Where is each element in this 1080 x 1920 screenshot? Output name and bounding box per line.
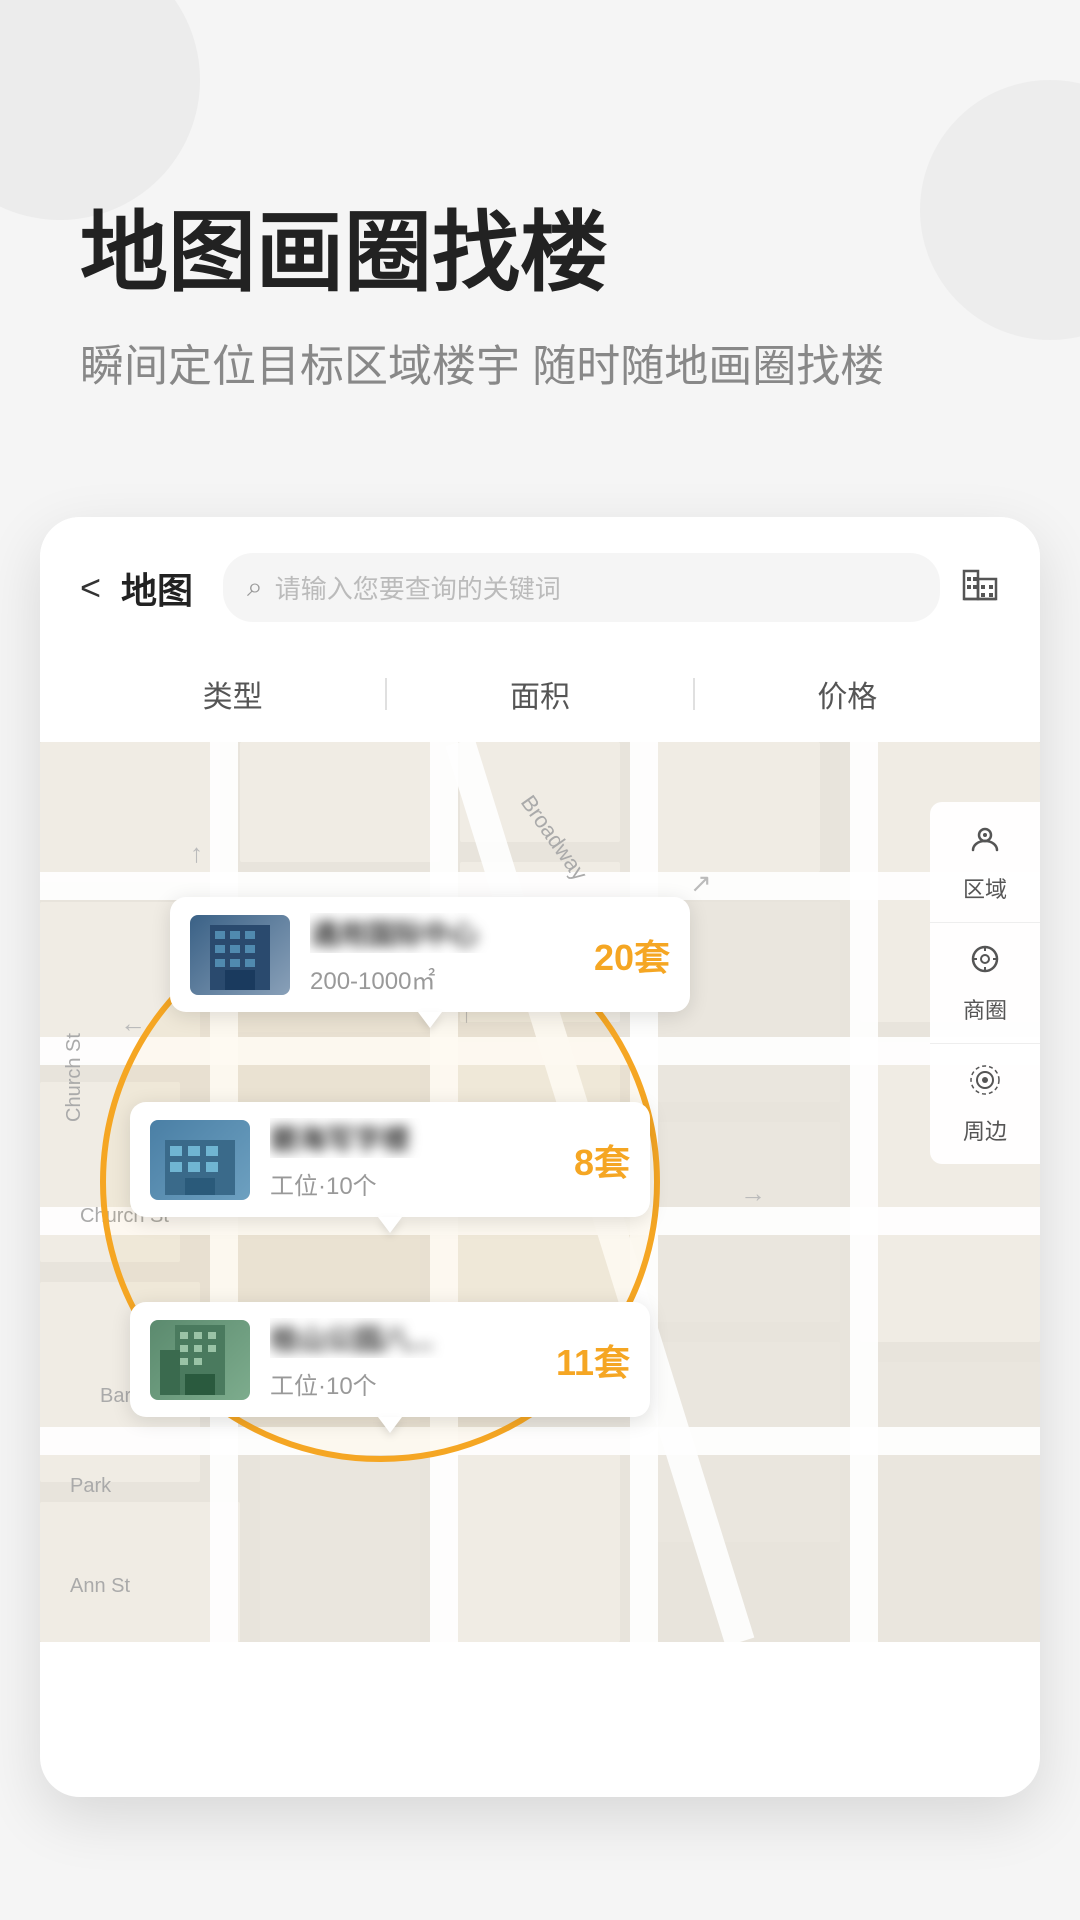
area-icon	[967, 820, 1003, 864]
app-header: < 地图 ⌕ 请输入您要查询的关键词	[40, 517, 1040, 642]
business-circle-button[interactable]: 商圈	[930, 923, 1040, 1044]
app-title: 地图	[121, 562, 193, 614]
filter-tab-area[interactable]: 面积	[387, 662, 692, 726]
property-name-3: 桂山公园八...	[270, 1318, 536, 1358]
svg-text:↗: ↗	[690, 868, 712, 898]
filter-tabs: 类型 面积 价格	[40, 642, 1040, 742]
search-bar[interactable]: ⌕ 请输入您要查询的关键词	[223, 553, 940, 622]
phone-mockup: < 地图 ⌕ 请输入您要查询的关键词 类型	[40, 517, 1040, 1797]
property-count-3: 11套	[556, 1334, 630, 1386]
search-placeholder-text: 请输入您要查询的关键词	[275, 569, 561, 606]
filter-tab-type[interactable]: 类型	[80, 662, 385, 726]
page-main-title: 地图画圈找楼	[80, 200, 1000, 306]
nearby-label: 周边	[963, 1114, 1007, 1146]
property-detail-3: 工位·10个	[270, 1366, 536, 1401]
svg-text:Church St: Church St	[63, 1033, 85, 1122]
property-image-3	[150, 1320, 250, 1400]
property-count-1: 20套	[594, 929, 670, 981]
property-card-1[interactable]: 通用国际中心 200-1000㎡ 20套	[170, 897, 690, 1012]
map-side-buttons: 区域 商圈	[930, 802, 1040, 1164]
area-button[interactable]: 区域	[930, 802, 1040, 923]
card-pointer-2	[378, 1217, 402, 1233]
header-section: 地图画圈找楼 瞬间定位目标区域楼宇 随时随地画圈找楼	[0, 0, 1080, 457]
property-info-2: 碧海写字楼 工位·10个	[270, 1118, 554, 1201]
business-circle-icon	[967, 941, 1003, 985]
property-image-1	[190, 915, 290, 995]
property-info-1: 通用国际中心 200-1000㎡	[310, 913, 574, 996]
back-button[interactable]: <	[80, 567, 101, 609]
svg-text:↑: ↑	[190, 838, 203, 868]
property-name-1: 通用国际中心	[310, 913, 574, 953]
svg-text:Ann St: Ann St	[70, 1575, 130, 1597]
svg-text:→: →	[740, 1178, 766, 1208]
property-count-2: 8套	[574, 1134, 630, 1186]
filter-tab-price[interactable]: 价格	[695, 662, 1000, 726]
building-icon-button[interactable]	[960, 563, 1000, 612]
property-info-3: 桂山公园八... 工位·10个	[270, 1318, 536, 1401]
area-label: 区域	[963, 872, 1007, 904]
property-card-2[interactable]: 碧海写字楼 工位·10个 8套	[130, 1102, 650, 1217]
business-circle-label: 商圈	[963, 993, 1007, 1025]
page-sub-title: 瞬间定位目标区域楼宇 随时随地画圈找楼	[80, 336, 1000, 398]
search-icon: ⌕	[247, 571, 263, 604]
property-detail-1: 200-1000㎡	[310, 961, 574, 996]
property-detail-2: 工位·10个	[270, 1166, 554, 1201]
nearby-button[interactable]: 周边	[930, 1044, 1040, 1164]
property-card-3[interactable]: 桂山公园八... 工位·10个 11套	[130, 1302, 650, 1417]
map-container[interactable]: Broadway Reade St Chamb... Park Ann St C…	[40, 742, 1040, 1642]
property-image-2	[150, 1120, 250, 1200]
svg-text:Park: Park	[70, 1475, 112, 1497]
card-pointer-1	[418, 1012, 442, 1028]
nearby-icon	[967, 1062, 1003, 1106]
property-name-2: 碧海写字楼	[270, 1118, 554, 1158]
card-pointer-3	[378, 1417, 402, 1433]
